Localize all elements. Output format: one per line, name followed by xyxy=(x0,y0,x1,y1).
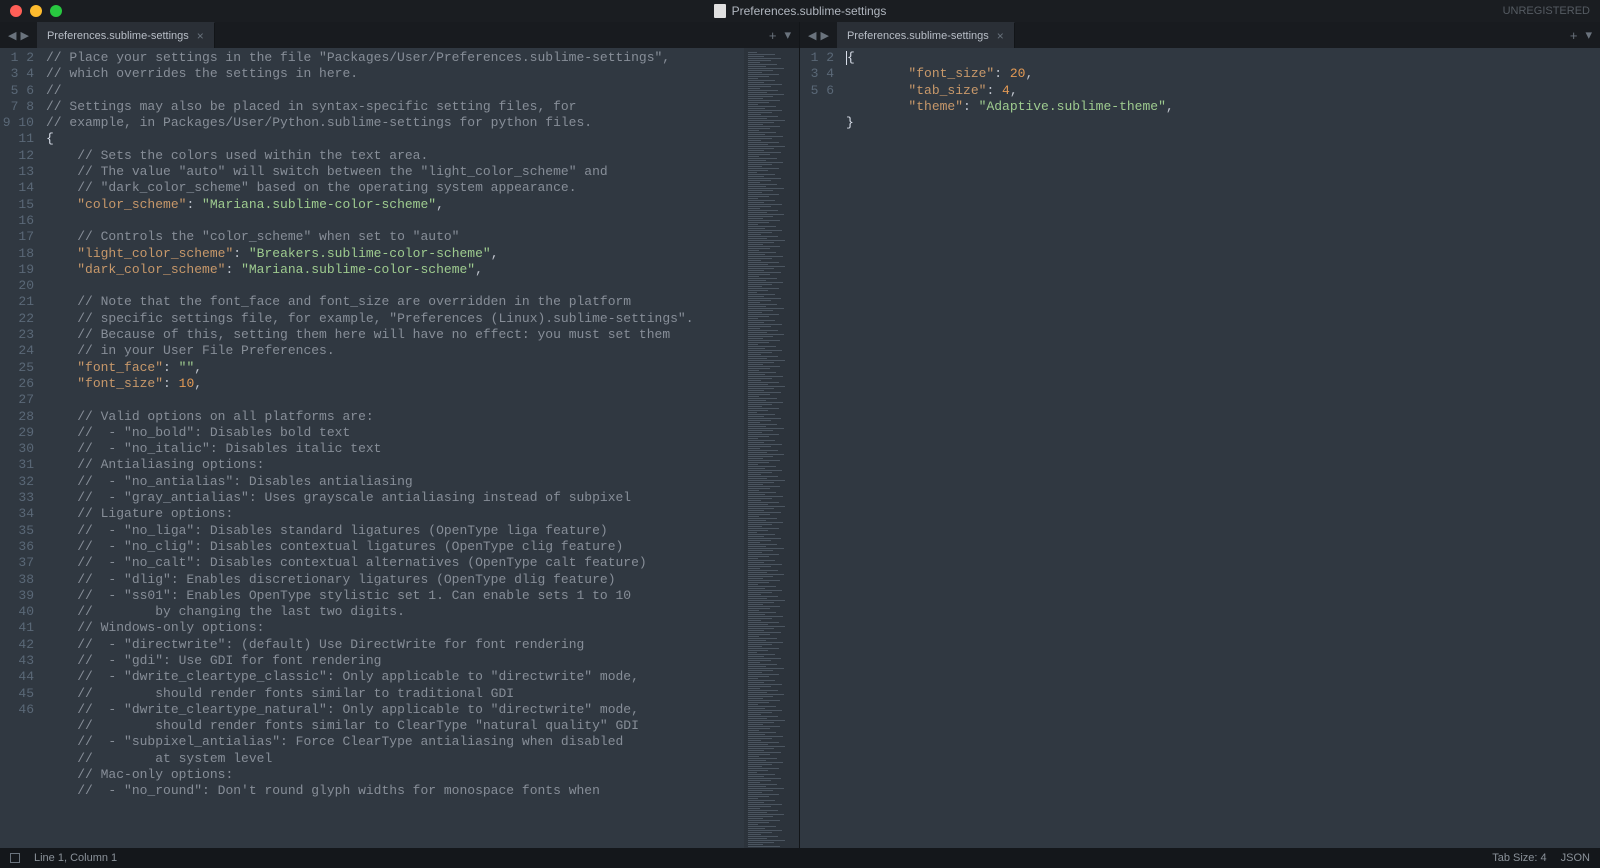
editor-right[interactable]: 1 2 3 4 5 6 { "font_size": 20, "tab_size… xyxy=(800,48,1600,848)
status-bar: Line 1, Column 1 Tab Size: 4 JSON xyxy=(0,848,1600,868)
panes: ◀ ▶ Preferences.sublime-settings × + ▾ 1… xyxy=(0,22,1600,848)
close-tab-icon[interactable]: × xyxy=(197,29,204,43)
close-window-icon[interactable] xyxy=(10,5,22,17)
tab-preferences-right[interactable]: Preferences.sublime-settings × xyxy=(837,22,1015,48)
window-controls[interactable] xyxy=(10,5,62,17)
tabrow-left: ◀ ▶ Preferences.sublime-settings × + ▾ xyxy=(0,22,799,48)
zoom-window-icon[interactable] xyxy=(50,5,62,17)
unregistered-label: UNREGISTERED xyxy=(1503,5,1590,17)
minimap-left[interactable] xyxy=(744,48,799,848)
status-syntax[interactable]: JSON xyxy=(1561,852,1590,864)
minimize-window-icon[interactable] xyxy=(30,5,42,17)
window-title: Preferences.sublime-settings xyxy=(732,4,887,18)
nav-back-icon[interactable]: ◀ xyxy=(808,29,816,42)
pane-left: ◀ ▶ Preferences.sublime-settings × + ▾ 1… xyxy=(0,22,800,848)
close-tab-icon[interactable]: × xyxy=(997,29,1004,43)
new-tab-icon[interactable]: + xyxy=(769,28,777,43)
pane-right: ◀ ▶ Preferences.sublime-settings × + ▾ 1… xyxy=(800,22,1600,848)
titlebar: Preferences.sublime-settings UNREGISTERE… xyxy=(0,0,1600,22)
gutter-left: 1 2 3 4 5 6 7 8 9 10 11 12 13 14 15 16 1… xyxy=(0,48,44,848)
status-tab-size[interactable]: Tab Size: 4 xyxy=(1492,852,1546,864)
tab-menu-icon[interactable]: ▾ xyxy=(784,27,791,43)
code-left[interactable]: // Place your settings in the file "Pack… xyxy=(44,48,744,848)
tab-nav-right[interactable]: ◀ ▶ xyxy=(800,22,837,48)
tab-label: Preferences.sublime-settings xyxy=(47,30,189,42)
gutter-right: 1 2 3 4 5 6 xyxy=(800,48,844,848)
tab-label: Preferences.sublime-settings xyxy=(847,30,989,42)
tab-nav-left[interactable]: ◀ ▶ xyxy=(0,22,37,48)
nav-forward-icon[interactable]: ▶ xyxy=(20,29,28,42)
sidebar-toggle-icon[interactable] xyxy=(10,853,20,863)
tab-preferences-left[interactable]: Preferences.sublime-settings × xyxy=(37,22,215,48)
nav-forward-icon[interactable]: ▶ xyxy=(820,29,828,42)
tab-menu-icon[interactable]: ▾ xyxy=(1585,27,1592,43)
code-right[interactable]: { "font_size": 20, "tab_size": 4, "theme… xyxy=(844,48,1600,848)
document-icon xyxy=(714,4,726,18)
new-tab-icon[interactable]: + xyxy=(1570,28,1578,43)
editor-left[interactable]: 1 2 3 4 5 6 7 8 9 10 11 12 13 14 15 16 1… xyxy=(0,48,799,848)
status-position[interactable]: Line 1, Column 1 xyxy=(34,852,117,864)
nav-back-icon[interactable]: ◀ xyxy=(8,29,16,42)
tabrow-right: ◀ ▶ Preferences.sublime-settings × + ▾ xyxy=(800,22,1600,48)
